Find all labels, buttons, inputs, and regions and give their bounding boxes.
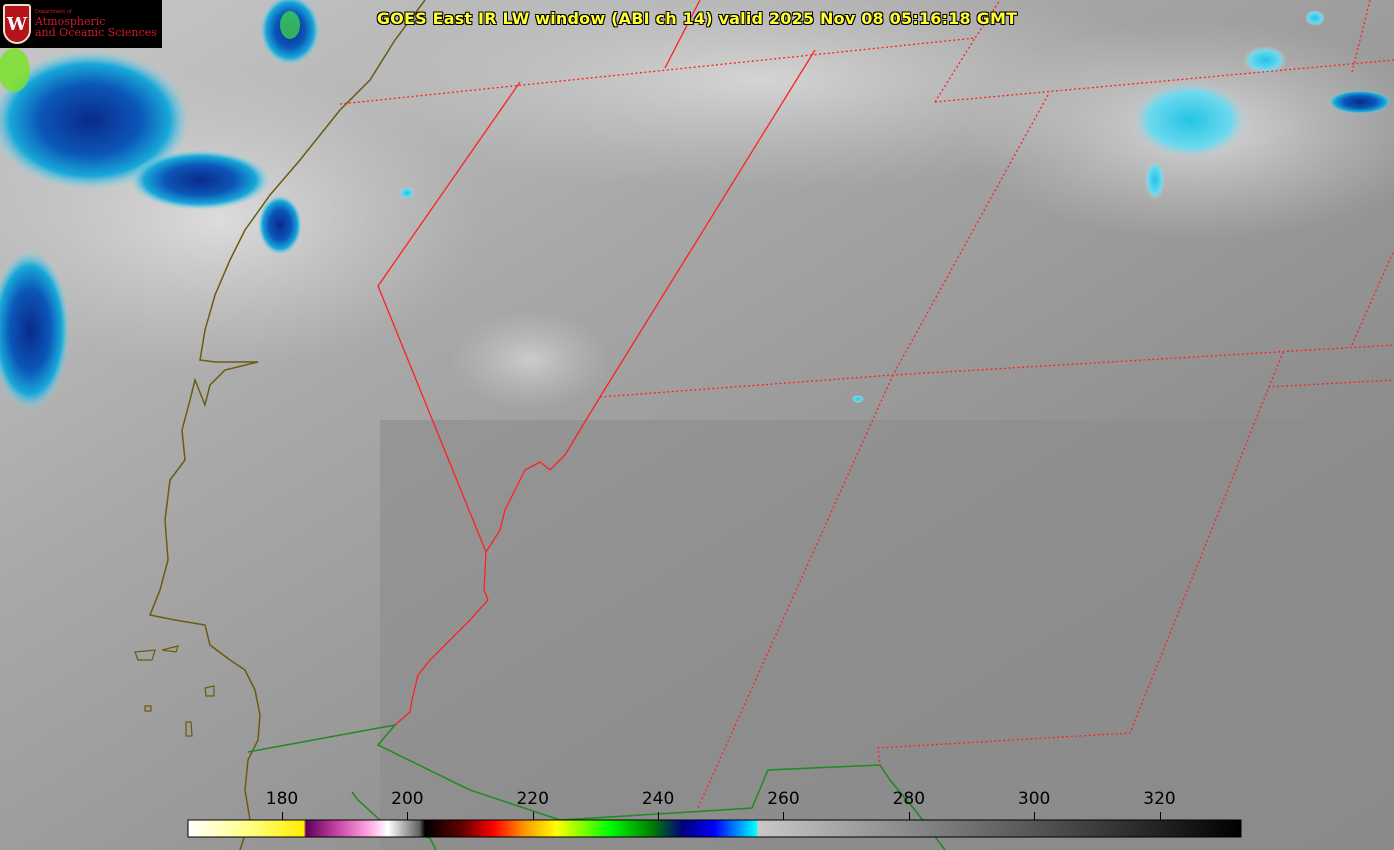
cyan-cloud-3 [1328,90,1392,114]
cold-cloud-top-2 [130,150,270,210]
colorbar-tick-mark [908,812,910,820]
colorbar-tick-label: 200 [391,789,424,809]
colorbar-tick-mark [1159,812,1161,820]
colorbar-tick-mark [658,812,660,820]
cyan-cloud-6 [399,187,415,199]
cloud-patch-central [450,310,610,410]
image-title: GOES East IR LW window (ABI ch 14) valid… [376,9,1018,28]
colorbar-tick-mark [783,812,785,820]
cyan-cloud-1 [1130,80,1250,160]
cyan-cloud-5 [1145,160,1165,200]
cold-cloud-top-5 [258,195,302,255]
colorbar-tick-mark [532,812,534,820]
colorbar-tick-label: 240 [641,789,675,809]
colorbar-tick-label: 220 [516,789,549,809]
lower-warm-region [380,420,1394,850]
colorbar-tick-mark [1034,812,1036,820]
colorbar-tick-mark [282,812,284,820]
logo-line-2: and Oceanic Sciences [35,26,157,39]
colorbar-tick-label: 320 [1143,789,1176,809]
colorbar-tick-label: 180 [265,789,299,809]
cyan-cloud-7 [852,395,864,403]
colorbar-tick-label: 280 [892,789,926,809]
colorbar-tick-label: 300 [1017,789,1051,809]
colorbar-tick-label: 260 [767,789,800,809]
ir-satellite-map [0,0,1394,850]
colorbar-tick-mark [407,812,409,820]
colorbar-gradient [187,819,1242,838]
satellite-image-viewer: W Department of Atmospheric and Oceanic … [0,0,1394,850]
